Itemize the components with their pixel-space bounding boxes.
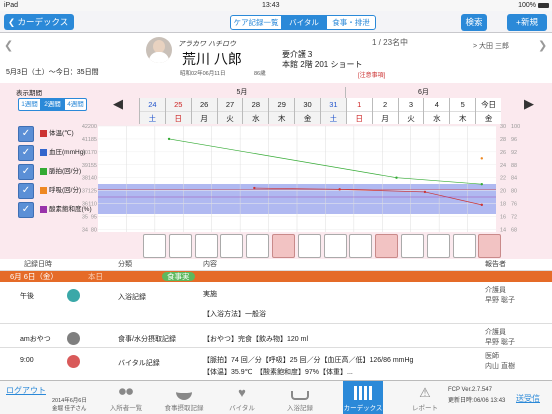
day-header: 6月 6日（金） 本日 食事実 (0, 271, 552, 282)
list-item[interactable]: 9:00 バイタル記録 【脈拍】74 回／分【呼吸】25 回／分【血圧高／低】1… (0, 348, 552, 380)
bottom-tab-bar: ログアウト 2014年6月6日 金堀 佳子さん 入所者一覧 食事摂取記録 ♥ バイ… (0, 380, 552, 414)
row-time: amおやつ (20, 336, 51, 343)
record-indicator[interactable] (297, 234, 321, 258)
row-reporter-name: 早野 聡子 (485, 297, 515, 304)
people-icon (117, 386, 135, 400)
row-time: 午後 (20, 293, 34, 300)
row-reporter-role: 介護員 (485, 287, 506, 294)
bath-icon (291, 391, 309, 400)
logout-link[interactable]: ログアウト (6, 385, 46, 396)
record-indicator[interactable] (401, 234, 424, 258)
record-indicator[interactable] (323, 234, 347, 258)
vital-dot-icon (67, 355, 80, 368)
row-reporter-name: 内山 直樹 (485, 363, 515, 370)
footer-date: 2014年6月6日 (52, 398, 87, 404)
record-indicator[interactable] (452, 234, 476, 258)
row-reporter-name: 早野 聡子 (485, 339, 515, 346)
record-indicator[interactable] (194, 234, 218, 258)
tab-vital-bottom[interactable]: ♥ バイタル (213, 381, 271, 414)
list-item[interactable]: amおやつ 食事/水分摂取記録 【おやつ】完食【飲み物】120 ml 介護員 早… (0, 324, 552, 348)
list-header: 記録日時 分類 内容 報告者 (0, 259, 552, 271)
row-content: 実施 (203, 291, 217, 298)
col-reporter: 報告者 (485, 261, 506, 268)
row-content-detail: 【入浴方法】一般浴 (203, 311, 266, 318)
row-category: 食事/水分摂取記録 (118, 336, 176, 343)
bath-dot-icon (67, 289, 80, 302)
list-item[interactable]: 午後 入浴記録 実施 【入浴方法】一般浴 介護員 早野 聡子 (0, 282, 552, 324)
version-label: FCP Ver.2.7.547 (448, 387, 492, 393)
col-datetime[interactable]: 記録日時 (24, 259, 52, 271)
meal-dot-icon (67, 332, 80, 345)
tab-kardex[interactable]: カーデックス (343, 381, 383, 414)
tab-label: バイタル (229, 405, 255, 412)
tab-label: 食事摂取記録 (164, 405, 204, 412)
tab-label: カーデックス (343, 405, 383, 412)
record-indicator[interactable] (143, 234, 166, 258)
heart-icon: ♥ (238, 385, 246, 400)
row-category: 入浴記録 (118, 294, 146, 301)
tab-label: 入所者一覧 (109, 405, 143, 412)
row-content: 【脈拍】74 回／分【呼吸】25 回／分【血圧高／低】126/86 mmHg (203, 357, 414, 364)
row-category: バイタル記録 (118, 360, 160, 367)
record-indicator[interactable] (349, 234, 373, 258)
bowl-icon (176, 386, 192, 400)
tab-label: レポート (412, 405, 438, 412)
warning-icon: ⚠ (419, 385, 431, 400)
record-indicator[interactable] (426, 234, 450, 258)
record-indicator[interactable] (220, 234, 244, 258)
sync-link[interactable]: 送受信 (516, 393, 540, 404)
today-label: 本日 (88, 272, 103, 281)
footer-user: 金堀 佳子さん (52, 406, 87, 412)
col-category: 分類 (118, 261, 132, 268)
day-label: 6月 6日（金） (10, 272, 58, 281)
record-indicator[interactable] (272, 234, 295, 258)
tab-residents[interactable]: 入所者一覧 (97, 381, 155, 414)
tab-meal-record[interactable]: 食事摂取記録 (155, 381, 213, 414)
update-label: 更新日時:06/06 13:43 (448, 398, 506, 404)
record-indicator[interactable] (478, 234, 502, 258)
row-content: 【おやつ】完食【飲み物】120 ml (203, 336, 309, 343)
record-indicator-row (0, 0, 552, 260)
filter-badge[interactable]: 食事実 (162, 272, 195, 281)
record-indicator[interactable] (375, 234, 399, 258)
record-indicator[interactable] (246, 234, 270, 258)
row-reporter-role: 医師 (485, 353, 499, 360)
col-content: 内容 (203, 261, 217, 268)
row-reporter-role: 介護員 (485, 329, 506, 336)
grid-icon (354, 386, 372, 400)
record-indicator[interactable] (168, 234, 192, 258)
tab-report[interactable]: ⚠ レポート (396, 381, 454, 414)
row-time: 9:00 (20, 357, 34, 364)
tab-bath-record[interactable]: 入浴記録 (271, 381, 329, 414)
tab-label: 入浴記録 (287, 405, 313, 412)
row-content-detail: 【体温】35.9℃ 【酸素飽和度】97%【体重】... (203, 369, 353, 376)
